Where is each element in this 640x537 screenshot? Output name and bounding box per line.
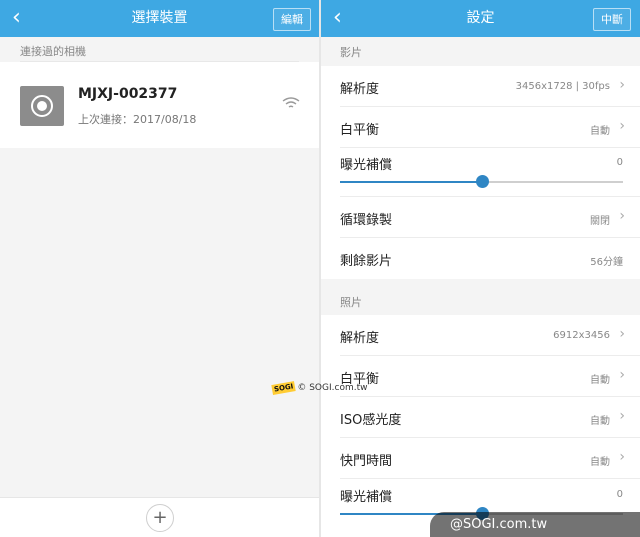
video-white-balance-row[interactable]: 白平衡 自動 › [321, 107, 640, 148]
settings-header: ‹ 設定 中斷 [321, 0, 640, 37]
photo-resolution-row[interactable]: 解析度 6912x3456 › [321, 315, 640, 356]
watermark-small: SOGI © SOGI.com.tw [271, 381, 368, 395]
loop-recording-value: 關閉 [590, 216, 610, 227]
disconnect-button[interactable]: 中斷 [593, 8, 631, 31]
video-resolution-row[interactable]: 解析度 3456x1728 | 30fps › [321, 66, 640, 107]
photo-white-balance-row[interactable]: 白平衡 自動 › [321, 356, 640, 397]
video-section-header: 影片 [321, 37, 640, 66]
wifi-icon [282, 97, 300, 108]
bottom-toolbar: + [0, 497, 319, 537]
chevron-right-icon: › [619, 449, 625, 465]
chevron-right-icon: › [619, 326, 625, 342]
settings-screen: ‹ 設定 中斷 影片 解析度 3456x1728 | 30fps › 白平衡 自… [321, 0, 640, 537]
loop-recording-row[interactable]: 循環錄製 關閉 › [321, 197, 640, 238]
video-resolution-label: 解析度 [340, 82, 380, 97]
photo-resolution-label: 解析度 [340, 331, 380, 346]
slider-fill [340, 181, 482, 183]
iso-row[interactable]: ISO感光度 自動 › [321, 397, 640, 438]
shutter-row[interactable]: 快門時間 自動 › [321, 438, 640, 479]
camera-icon [20, 86, 64, 126]
photo-exposure-label: 曝光補償 [340, 490, 393, 505]
remaining-video-row: 剩餘影片 56分鐘 [321, 238, 640, 279]
chevron-right-icon: › [619, 208, 625, 224]
add-device-plus-icon[interactable]: + [146, 504, 174, 532]
video-exposure-row: 曝光補償 0 [321, 148, 640, 197]
device-select-screen: ‹ 選擇裝置 編輯 連接過的相機 MJXJ-002377 上次連接：2017/0… [0, 0, 319, 537]
loop-recording-label: 循環錄製 [340, 213, 393, 228]
iso-value: 自動 [590, 416, 610, 427]
device-name: MJXJ-002377 [78, 86, 178, 102]
photo-resolution-value: 6912x3456 [553, 330, 610, 341]
video-resolution-value: 3456x1728 | 30fps [515, 81, 610, 92]
slider-handle[interactable] [475, 175, 489, 188]
remaining-video-value: 56分鐘 [590, 257, 623, 268]
photo-section-label: 照片 [340, 296, 362, 309]
shutter-value: 自動 [590, 457, 610, 468]
iso-label: ISO感光度 [340, 413, 402, 428]
chevron-right-icon: › [619, 367, 625, 383]
edit-button[interactable]: 編輯 [273, 8, 311, 31]
video-white-balance-label: 白平衡 [340, 123, 380, 138]
page-title: 選擇裝置 [131, 10, 188, 26]
video-section-label: 影片 [340, 46, 362, 59]
photo-exposure-value: 0 [616, 489, 623, 500]
watermark-large: @SOGI.com.tw [430, 512, 640, 537]
video-exposure-value: 0 [616, 157, 623, 168]
watermark-small-text: © SOGI.com.tw [297, 383, 368, 393]
chevron-right-icon: › [619, 408, 625, 424]
device-last-connection: 上次連接：2017/08/18 [78, 113, 197, 126]
photo-white-balance-value: 自動 [590, 375, 610, 386]
device-select-header: ‹ 選擇裝置 編輯 [0, 0, 319, 37]
connected-cameras-label: 連接過的相機 [20, 45, 86, 58]
chevron-right-icon: › [619, 77, 625, 93]
photo-section-header: 照片 [321, 279, 640, 315]
chevron-right-icon: › [619, 118, 625, 134]
watermark-badge: SOGI [271, 381, 297, 395]
device-list-item[interactable]: MJXJ-002377 上次連接：2017/08/18 [0, 62, 319, 148]
remaining-video-label: 剩餘影片 [340, 254, 393, 269]
shutter-label: 快門時間 [340, 454, 393, 469]
video-exposure-label: 曝光補償 [340, 158, 393, 173]
video-exposure-slider[interactable] [340, 175, 623, 188]
video-white-balance-value: 自動 [590, 126, 610, 137]
